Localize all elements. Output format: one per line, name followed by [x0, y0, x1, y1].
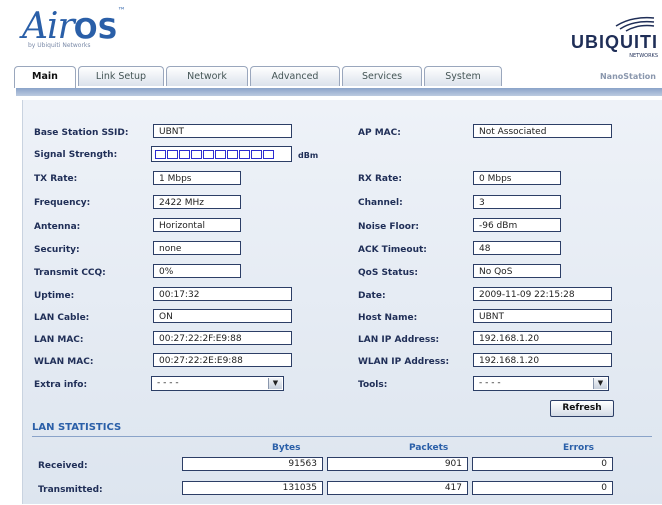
security-label: Security: [34, 245, 80, 255]
tx-rate-value: 1 Mbps [153, 171, 241, 185]
extra-info-select[interactable]: - - - - ▼ [151, 376, 284, 391]
wlan-ip-label: WLAN IP Address: [358, 357, 450, 367]
signal-segment [179, 149, 190, 159]
tab-network[interactable]: Network [166, 66, 248, 86]
date-label: Date: [358, 291, 386, 301]
top-stripe [16, 88, 662, 96]
wlan-ip-value: 192.168.1.20 [473, 353, 612, 367]
logo-os-text: OS [73, 12, 118, 45]
signal-segment [263, 149, 274, 159]
packets-column-header: Packets [409, 443, 449, 453]
section-divider [32, 436, 652, 437]
tab-system[interactable]: System [424, 66, 502, 86]
airos-logo: AirOS™ [22, 6, 126, 47]
transmitted-label: Transmitted: [38, 485, 103, 495]
host-name-label: Host Name: [358, 313, 418, 323]
wlan-mac-value: 00:27:22:2E:E9:88 [153, 353, 292, 367]
signal-strength-bar [151, 146, 292, 162]
tab-services[interactable]: Services [342, 66, 422, 86]
received-errors: 0 [472, 457, 613, 471]
received-label: Received: [38, 461, 88, 471]
ccq-value: 0% [153, 264, 241, 278]
signal-unit: dBm [298, 151, 319, 160]
header: AirOS™ by Ubiquiti Networks UBIQUITI NET… [0, 0, 662, 66]
chevron-down-icon[interactable]: ▼ [268, 378, 282, 389]
channel-value: 3 [473, 195, 561, 209]
brand-sub-text: NETWORKS [629, 53, 658, 59]
signal-segment [191, 149, 202, 159]
received-bytes: 91563 [182, 457, 323, 471]
lan-ip-label: LAN IP Address: [358, 335, 440, 345]
rx-rate-label: RX Rate: [358, 174, 403, 184]
tab-link-setup[interactable]: Link Setup [78, 66, 164, 86]
frequency-label: Frequency: [34, 198, 91, 208]
signal-segment [251, 149, 262, 159]
tab-advanced[interactable]: Advanced [250, 66, 340, 86]
transmitted-packets: 417 [327, 481, 468, 495]
tools-select[interactable]: - - - - ▼ [473, 376, 609, 391]
ssid-value: UBNT [153, 124, 292, 138]
chevron-down-icon[interactable]: ▼ [593, 378, 607, 389]
wlan-mac-label: WLAN MAC: [34, 357, 94, 367]
extra-info-value: - - - - [157, 378, 179, 388]
device-name: NanoStation [599, 72, 656, 81]
lan-mac-label: LAN MAC: [34, 335, 84, 345]
ubiquiti-logo: UBIQUITI NETWORKS [571, 14, 658, 59]
antenna-label: Antenna: [34, 222, 81, 232]
byline: by Ubiquiti Networks [28, 42, 91, 49]
bytes-column-header: Bytes [272, 443, 301, 453]
signal-label: Signal Strength: [34, 150, 118, 160]
brand-text: UBIQUITI [571, 32, 658, 52]
signal-segment [203, 149, 214, 159]
noise-floor-value: -96 dBm [473, 218, 561, 232]
noise-floor-label: Noise Floor: [358, 222, 420, 232]
transmitted-errors: 0 [472, 481, 613, 495]
channel-label: Channel: [358, 198, 403, 208]
security-value: none [153, 241, 241, 255]
ack-timeout-label: ACK Timeout: [358, 245, 427, 255]
tools-value: - - - - [479, 378, 501, 388]
ap-mac-label: AP MAC: [358, 128, 401, 138]
logo-air-text: Air [22, 6, 75, 47]
errors-column-header: Errors [563, 443, 595, 453]
antenna-value: Horizontal [153, 218, 241, 232]
tools-label: Tools: [358, 380, 388, 390]
qos-status-label: QoS Status: [358, 268, 418, 278]
date-value: 2009-11-09 22:15:28 [473, 287, 612, 301]
signal-segment [239, 149, 250, 159]
ssid-label: Base Station SSID: [34, 128, 129, 138]
qos-status-value: No QoS [473, 264, 561, 278]
wave-icon [615, 16, 655, 32]
refresh-button[interactable]: Refresh [550, 400, 614, 417]
uptime-label: Uptime: [34, 291, 75, 301]
tab-main[interactable]: Main [14, 66, 76, 88]
frequency-value: 2422 MHz [153, 195, 241, 209]
tx-rate-label: TX Rate: [34, 174, 78, 184]
extra-info-label: Extra info: [34, 380, 88, 390]
ccq-label: Transmit CCQ: [34, 268, 106, 278]
received-packets: 901 [327, 457, 468, 471]
lan-cable-label: LAN Cable: [34, 313, 90, 323]
logo-tm: ™ [117, 6, 126, 15]
lan-cable-value: ON [153, 309, 292, 323]
signal-segment [155, 149, 166, 159]
rx-rate-value: 0 Mbps [473, 171, 561, 185]
signal-segment [227, 149, 238, 159]
ap-mac-value: Not Associated [473, 124, 612, 138]
ack-timeout-value: 48 [473, 241, 561, 255]
uptime-value: 00:17:32 [153, 287, 292, 301]
lan-statistics-title: LAN STATISTICS [32, 422, 122, 433]
signal-segment [167, 149, 178, 159]
lan-ip-value: 192.168.1.20 [473, 331, 612, 345]
transmitted-bytes: 131035 [182, 481, 323, 495]
host-name-value: UBNT [473, 309, 612, 323]
signal-segment [215, 149, 226, 159]
lan-mac-value: 00:27:22:2F:E9:88 [153, 331, 292, 345]
